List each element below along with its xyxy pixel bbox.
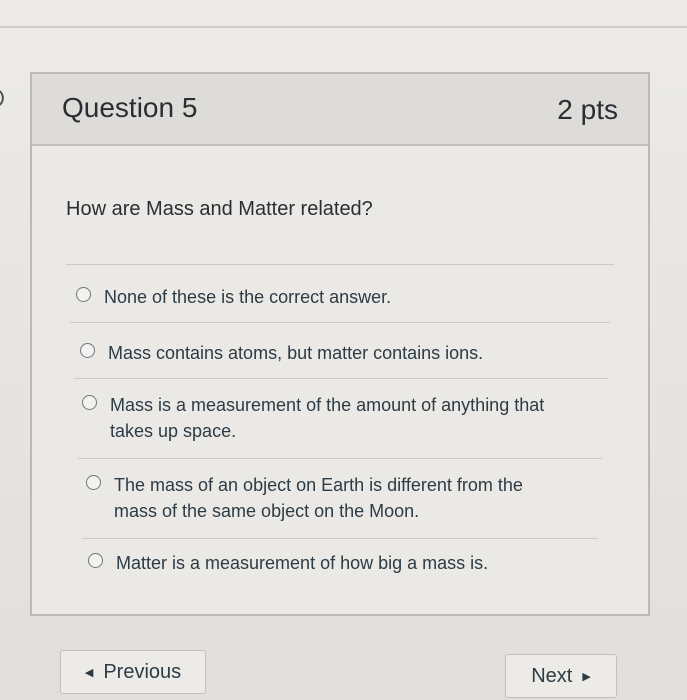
answer-option[interactable]: Mass contains atoms, but matter contains… (80, 340, 600, 366)
answer-option[interactable]: Mass is a measurement of the amount of a… (82, 392, 592, 444)
top-divider (0, 26, 687, 28)
answer-option[interactable]: The mass of an object on Earth is differ… (86, 472, 556, 524)
answer-option[interactable]: Matter is a measurement of how big a mas… (88, 550, 588, 576)
divider (70, 322, 610, 323)
question-points: 2 pts (557, 94, 618, 125)
radio-button[interactable] (80, 343, 95, 358)
answer-label: The mass of an object on Earth is differ… (114, 475, 523, 521)
answer-label: Mass is a measurement of the amount of a… (110, 395, 545, 441)
radio-button[interactable] (82, 395, 97, 410)
radio-button[interactable] (86, 475, 101, 490)
answer-label: Mass contains atoms, but matter contains… (108, 343, 484, 363)
question-text: How are Mass and Matter related? (66, 198, 373, 220)
radio-button[interactable] (76, 287, 91, 302)
answer-option[interactable]: None of these is the correct answer. (76, 284, 596, 310)
radio-button[interactable] (88, 553, 103, 568)
answer-label: None of these is the correct answer. (104, 287, 392, 307)
next-label: Next (531, 664, 573, 687)
answer-label: Matter is a measurement of how big a mas… (116, 553, 489, 573)
question-header: Question 5 2 pts (32, 74, 648, 146)
question-title: Question 5 (62, 92, 198, 123)
chevron-right-icon[interactable] (0, 88, 14, 108)
quiz-page: Question 5 2 pts How are Mass and Matter… (0, 0, 687, 700)
next-button[interactable]: Next ▶ (505, 654, 617, 698)
previous-button[interactable]: ◀ Previous (60, 650, 206, 694)
triangle-right-icon: ▶ (582, 670, 591, 683)
question-card: Question 5 2 pts How are Mass and Matter… (30, 72, 650, 616)
previous-label: Previous (103, 660, 182, 683)
divider (78, 458, 602, 459)
triangle-left-icon: ◀ (84, 666, 94, 679)
divider (74, 378, 608, 379)
divider (66, 264, 614, 265)
divider (82, 538, 598, 539)
